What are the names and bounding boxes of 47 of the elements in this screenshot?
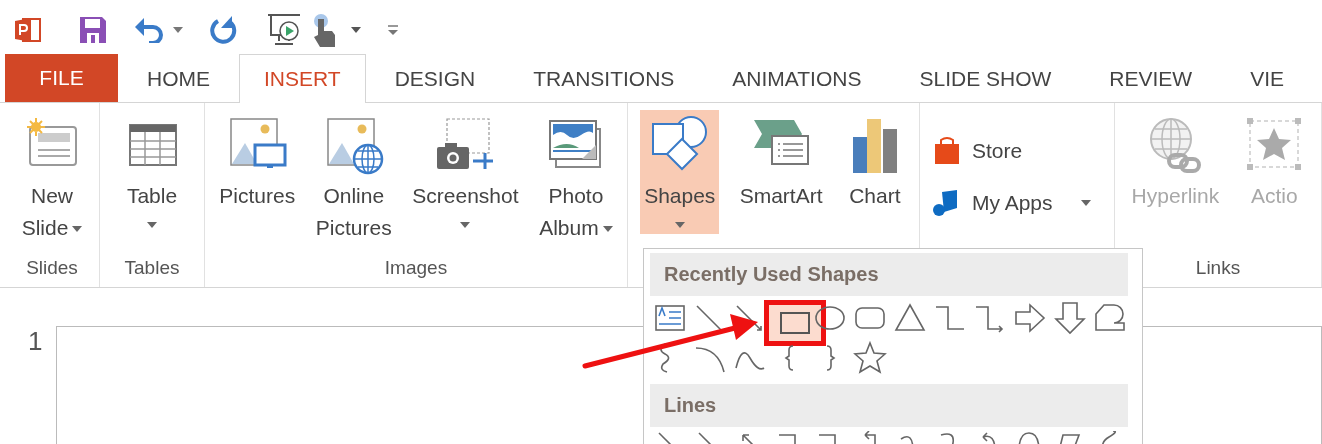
slideshow-icon[interactable]: [267, 13, 301, 47]
caret-icon: [147, 222, 157, 228]
caret-icon[interactable]: [351, 27, 361, 33]
file-tab[interactable]: FILE: [5, 54, 118, 102]
section-header: Lines: [650, 384, 1128, 427]
caret-icon: [674, 222, 685, 228]
ribbon-tab[interactable]: SLIDE SHOW: [890, 54, 1081, 103]
group-label: Tables: [124, 257, 180, 278]
ribbon-tab[interactable]: REVIEW: [1080, 54, 1222, 103]
group-label: Images: [384, 257, 448, 278]
ribbon-button[interactable]: Store: [930, 132, 1025, 170]
caret-icon[interactable]: [173, 27, 183, 33]
ribbon-tab[interactable]: ANIMATIONS: [703, 54, 891, 103]
caret-icon: [1080, 200, 1091, 206]
ribbon-tab[interactable]: TRANSITIONS: [504, 54, 704, 103]
group-label: Links: [1195, 257, 1241, 278]
shape-option[interactable]: [853, 340, 887, 376]
slide-number: 1: [28, 326, 43, 358]
ribbon-button[interactable]: Chart: [842, 110, 907, 218]
app-logo-icon[interactable]: [15, 17, 41, 43]
save-icon[interactable]: [79, 16, 107, 44]
group-label: Slides: [26, 257, 78, 278]
ribbon-button[interactable]: Online Pictures: [311, 110, 396, 250]
customize-toolbar-icon[interactable]: [387, 24, 399, 36]
section-header: Recently Used Shapes: [650, 253, 1128, 296]
undo-icon[interactable]: [135, 17, 165, 43]
ribbon-button[interactable]: Screenshot: [408, 110, 523, 234]
ribbon-tab[interactable]: DESIGN: [365, 54, 505, 103]
caret-icon: [602, 226, 613, 233]
ribbon-tab[interactable]: HOME: [118, 54, 239, 103]
shopping-bag-icon: [932, 136, 962, 166]
redo-icon[interactable]: [209, 16, 237, 44]
caret-icon: [460, 222, 471, 228]
ribbon-tab[interactable]: VIE: [1221, 54, 1314, 103]
ribbon-button[interactable]: Table: [120, 110, 184, 234]
ribbon-button[interactable]: SmartArt: [735, 110, 827, 218]
shape-option[interactable]: [764, 300, 826, 346]
ribbon-tab[interactable]: INSERT: [239, 54, 366, 103]
shape-option[interactable]: [1013, 300, 1047, 336]
touch-hand-icon[interactable]: [311, 13, 337, 47]
ribbon-button[interactable]: Pictures: [215, 110, 300, 218]
ribbon-button[interactable]: New Slide: [17, 110, 87, 250]
caret-icon: [72, 226, 83, 233]
ribbon-button[interactable]: Photo Album: [535, 110, 617, 250]
ribbon-button[interactable]: My Apps: [930, 184, 1093, 222]
shape-option[interactable]: [1053, 300, 1087, 336]
ribbon-button[interactable]: Shapes: [640, 110, 720, 234]
